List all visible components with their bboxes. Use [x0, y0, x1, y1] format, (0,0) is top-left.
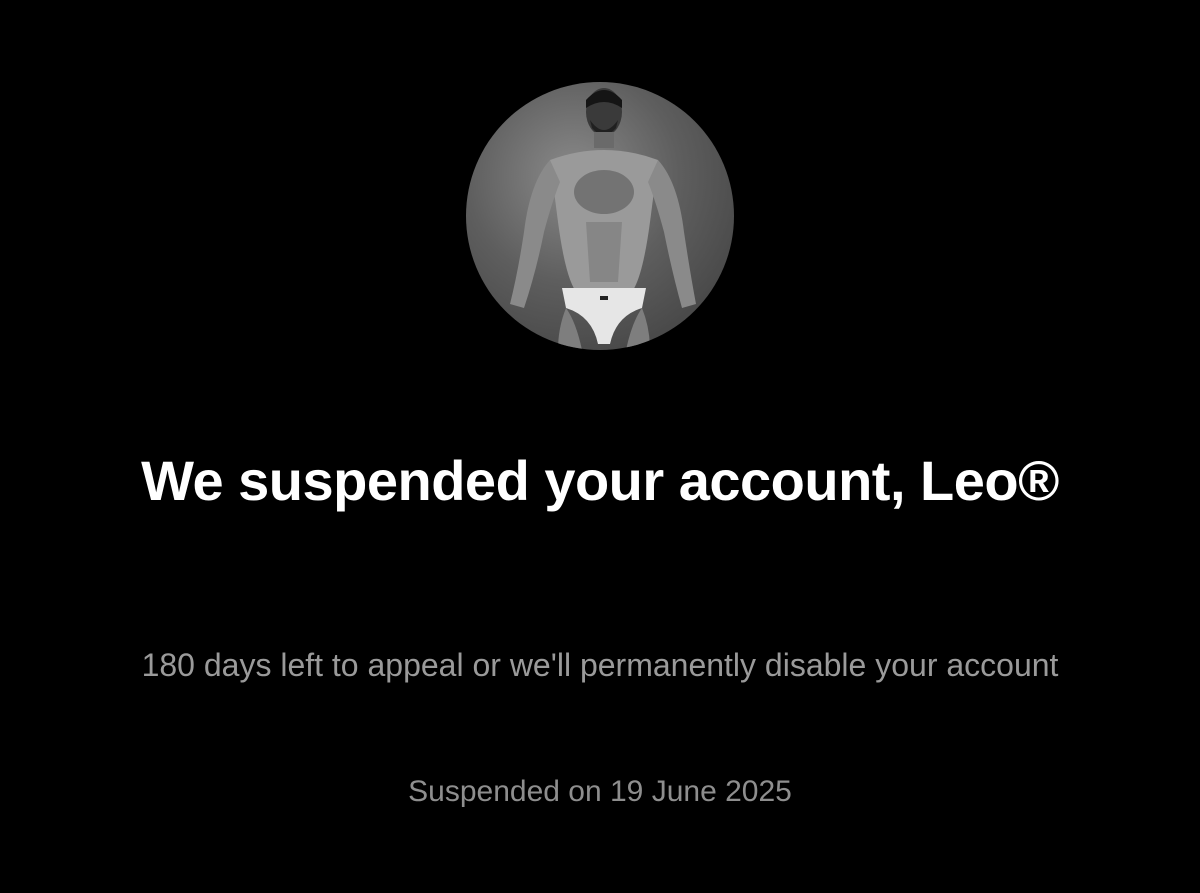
suspension-title: We suspended your account, Leo® — [141, 449, 1059, 512]
appeal-deadline-text: 180 days left to appeal or we'll permane… — [141, 647, 1059, 683]
suspended-date-text: Suspended on 19 June 2025 — [408, 775, 792, 808]
suspension-screen: We suspended your account, Leo® 180 days… — [0, 0, 1200, 893]
profile-avatar — [466, 82, 734, 350]
profile-photo-icon — [510, 88, 696, 350]
